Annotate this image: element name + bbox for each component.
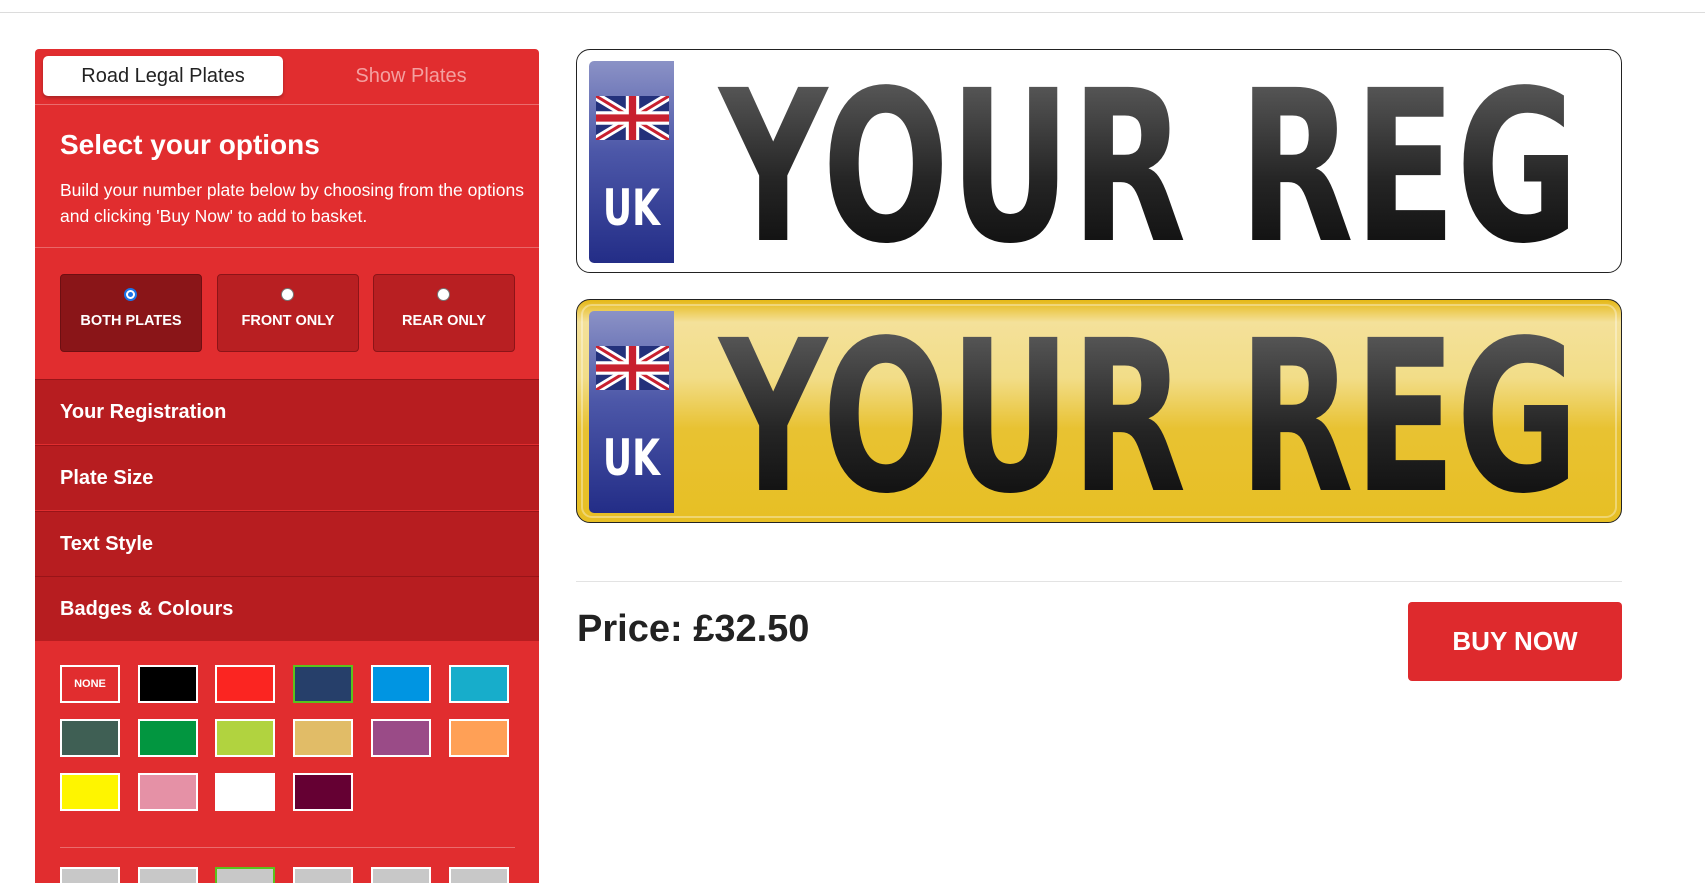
badge-colour-swatch[interactable] [449, 665, 509, 703]
section-badges-colours[interactable]: Badges & Colours [35, 576, 539, 641]
front-plate-preview: UK YOUR REG [576, 49, 1622, 273]
price-label: Price: [577, 608, 683, 650]
option-swatch[interactable] [138, 867, 198, 883]
price-divider [576, 581, 1622, 582]
option-swatch[interactable] [293, 867, 353, 883]
front-only-label: FRONT ONLY [241, 313, 335, 329]
tab-road-legal-plates[interactable]: Road Legal Plates [43, 56, 283, 96]
badge-colour-swatch[interactable] [215, 719, 275, 757]
front-only-radio[interactable] [281, 288, 294, 301]
both-plates-label: BOTH PLATES [80, 313, 182, 329]
uk-band-text: UK [602, 429, 661, 487]
rear-only-radio[interactable] [437, 288, 450, 301]
rear-registration-text: YOUR REG [717, 300, 1579, 522]
tab-show-plates[interactable]: Show Plates [291, 56, 531, 96]
rear-only-option[interactable]: REAR ONLY [373, 274, 515, 352]
divider [35, 247, 539, 248]
section-your-registration[interactable]: Your Registration [35, 379, 539, 444]
badge-colour-swatch[interactable] [138, 719, 198, 757]
badge-colour-swatch[interactable] [371, 719, 431, 757]
uk-identifier-band: UK [589, 311, 674, 513]
badge-colour-swatch[interactable] [138, 665, 198, 703]
option-swatch[interactable] [60, 867, 120, 883]
union-flag-icon [596, 346, 669, 390]
option-swatch[interactable] [371, 867, 431, 883]
plate-type-tabs: Road Legal Plates Show Plates [35, 49, 539, 105]
badge-colour-swatch[interactable] [293, 719, 353, 757]
rear-plate-preview: UK YOUR REG [576, 299, 1622, 523]
options-title: Select your options [60, 129, 320, 160]
badge-colour-swatch[interactable] [371, 665, 431, 703]
badge-colour-swatch[interactable] [215, 665, 275, 703]
section-text-style[interactable]: Text Style [35, 511, 539, 576]
badge-colour-none[interactable]: NONE [60, 665, 120, 703]
badge-colour-swatch[interactable] [449, 719, 509, 757]
options-description: Build your number plate below by choosin… [60, 180, 525, 226]
price-amount: £32.50 [693, 608, 810, 650]
rear-only-label: REAR ONLY [401, 313, 487, 329]
uk-band-text: UK [602, 179, 661, 237]
uk-identifier-band: UK [589, 61, 674, 263]
front-only-option[interactable]: FRONT ONLY [217, 274, 359, 352]
divider [60, 847, 515, 848]
rear-registration: YOUR REG [717, 300, 1579, 522]
options-sidebar: Road Legal Plates Show Plates Select you… [35, 49, 539, 883]
section-plate-size[interactable]: Plate Size [35, 445, 539, 510]
badge-colour-swatch[interactable] [138, 773, 198, 811]
option-swatch[interactable] [449, 867, 509, 883]
buy-now-button[interactable]: BUY NOW [1408, 602, 1622, 681]
front-registration-text: YOUR REG [717, 50, 1579, 272]
front-registration: YOUR REG [717, 50, 1579, 272]
badge-colour-swatch[interactable] [293, 665, 353, 703]
badge-colour-swatch[interactable] [60, 719, 120, 757]
option-swatch[interactable] [215, 867, 275, 883]
both-plates-option[interactable]: BOTH PLATES [60, 274, 202, 352]
price-display: Price: £32.50 [577, 608, 809, 651]
top-divider [0, 12, 1705, 13]
badge-colour-swatch[interactable] [293, 773, 353, 811]
both-plates-radio[interactable] [124, 288, 137, 301]
badge-colour-swatch[interactable] [60, 773, 120, 811]
badge-colour-swatch[interactable] [215, 773, 275, 811]
union-flag-icon [596, 96, 669, 140]
